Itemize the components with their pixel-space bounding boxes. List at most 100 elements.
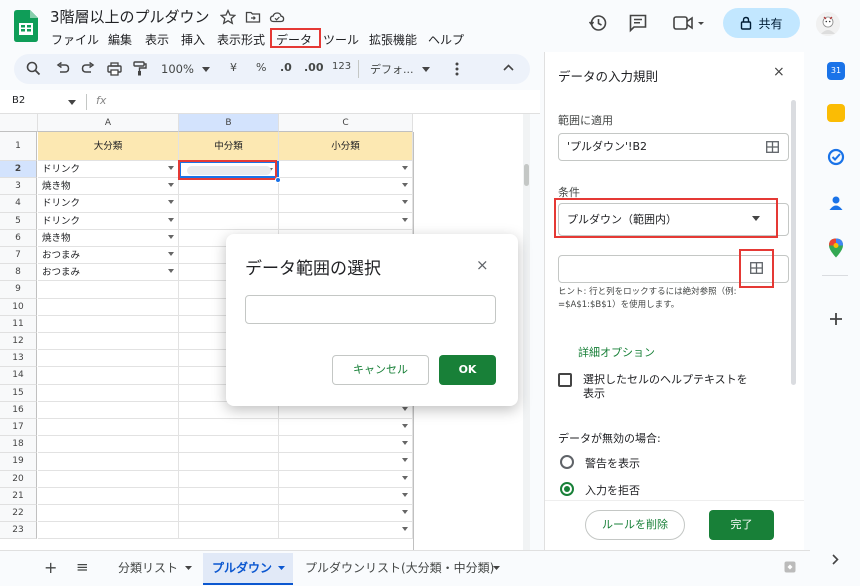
grid-cell[interactable] <box>179 436 279 454</box>
row-header[interactable]: 21 <box>0 487 37 505</box>
row-header[interactable]: 1 <box>0 132 37 161</box>
grid-cell[interactable]: おつまみ <box>38 264 179 282</box>
row-header[interactable]: 18 <box>0 436 37 454</box>
grid-cell[interactable] <box>38 315 179 333</box>
help-text-checkbox[interactable] <box>558 373 572 387</box>
grid-cell[interactable] <box>38 367 179 385</box>
radio-warn[interactable] <box>560 455 574 469</box>
advanced-options-link[interactable]: 詳細オプション <box>578 344 655 360</box>
expand-rail-icon[interactable] <box>832 554 839 565</box>
menu-edit[interactable]: 編集 <box>108 31 132 48</box>
redo-icon[interactable] <box>81 62 95 75</box>
grid-cell[interactable] <box>38 487 179 505</box>
sheet-tab-pulldown[interactable]: プルダウン <box>212 559 272 576</box>
cell-dropdown-icon[interactable] <box>402 406 408 411</box>
grid-select-icon[interactable] <box>766 141 779 153</box>
row-header[interactable]: 11 <box>0 315 37 333</box>
row-header[interactable]: 22 <box>0 505 37 523</box>
grid-cell[interactable] <box>179 505 279 523</box>
grid-cell[interactable] <box>279 505 413 523</box>
cell-dropdown-icon[interactable] <box>402 166 408 170</box>
grid-cell[interactable] <box>38 281 179 299</box>
row-header[interactable]: 15 <box>0 384 37 402</box>
cell-dropdown-icon[interactable] <box>402 527 408 532</box>
keep-icon[interactable] <box>827 104 845 122</box>
menu-extensions[interactable]: 拡張機能 <box>369 31 417 48</box>
cell-dropdown-icon[interactable] <box>168 200 174 205</box>
grid-cell[interactable] <box>38 505 179 523</box>
menu-help[interactable]: ヘルプ <box>428 31 464 48</box>
grid-cell[interactable] <box>279 178 413 196</box>
grid-cell[interactable] <box>38 333 179 351</box>
row-header[interactable]: 12 <box>0 333 37 351</box>
grid-cell[interactable] <box>38 470 179 488</box>
dialog-ok-button[interactable]: OK <box>439 355 496 385</box>
font-dropdown-icon[interactable] <box>422 67 430 72</box>
fill-handle[interactable] <box>275 177 281 183</box>
add-sheet-button[interactable]: + <box>44 558 57 577</box>
grid-cell[interactable] <box>279 470 413 488</box>
cell-dropdown-icon[interactable] <box>168 269 174 274</box>
history-icon[interactable] <box>588 13 608 33</box>
grid-cell[interactable] <box>38 298 179 316</box>
menu-tools[interactable]: ツール <box>323 31 359 48</box>
grid-cell[interactable] <box>179 178 279 196</box>
cell-dropdown-icon[interactable] <box>168 234 174 239</box>
grid-cell[interactable] <box>38 522 179 540</box>
cell-dropdown-icon[interactable] <box>402 492 408 497</box>
header-cell[interactable]: 大分類 <box>38 132 179 161</box>
name-box-dropdown-icon[interactable] <box>68 100 76 105</box>
share-button[interactable]: 共有 <box>723 8 800 38</box>
cell-dropdown-icon[interactable] <box>402 510 408 514</box>
grid-scroll-thumb[interactable] <box>524 164 529 186</box>
font-select[interactable]: デフォ... <box>370 61 414 77</box>
grid-cell[interactable] <box>179 453 279 471</box>
cloud-status-icon[interactable] <box>269 9 285 25</box>
tab-menu-icon-2[interactable] <box>493 566 500 570</box>
more-formats-button[interactable]: 123 <box>332 61 351 72</box>
tab-menu-icon[interactable] <box>185 566 192 570</box>
cell-dropdown-icon[interactable] <box>168 252 174 256</box>
dialog-close-button[interactable]: × <box>476 256 489 274</box>
header-cell[interactable]: 小分類 <box>279 132 413 161</box>
column-header-b[interactable]: B <box>179 114 279 132</box>
grid-cell[interactable] <box>179 487 279 505</box>
cell-dropdown-icon[interactable] <box>168 183 174 188</box>
grid-cell[interactable] <box>38 350 179 368</box>
grid-cell[interactable] <box>279 522 413 540</box>
grid-cell[interactable] <box>38 419 179 437</box>
contacts-icon[interactable] <box>827 194 845 212</box>
menu-format[interactable]: 表示形式 <box>217 31 265 48</box>
cell-dropdown-icon[interactable] <box>402 458 408 463</box>
row-header[interactable]: 14 <box>0 367 37 385</box>
row-header[interactable]: 13 <box>0 350 37 368</box>
name-box[interactable]: B2 <box>12 95 25 106</box>
menu-insert[interactable]: 挿入 <box>181 31 205 48</box>
zoom-dropdown-icon[interactable] <box>202 67 210 72</box>
row-header[interactable]: 3 <box>0 178 37 196</box>
undo-icon[interactable] <box>56 62 70 75</box>
grid-cell[interactable] <box>279 453 413 471</box>
explore-icon[interactable] <box>784 561 796 573</box>
decrease-decimal-button[interactable]: .0 <box>280 61 292 74</box>
collapse-toolbar-icon[interactable] <box>503 64 514 71</box>
comment-icon[interactable] <box>628 13 648 33</box>
row-header[interactable]: 20 <box>0 470 37 488</box>
currency-format-button[interactable]: ¥ <box>230 61 237 74</box>
row-header[interactable]: 2 <box>0 161 37 179</box>
grid-cell[interactable] <box>279 419 413 437</box>
maps-icon[interactable] <box>828 238 844 258</box>
cell-dropdown-icon[interactable] <box>402 441 408 446</box>
grid-cell[interactable] <box>179 419 279 437</box>
column-header-a[interactable]: A <box>38 114 179 132</box>
cell-dropdown-icon[interactable] <box>168 217 174 222</box>
grid-cell[interactable] <box>279 212 413 230</box>
cell-dropdown-icon[interactable] <box>402 183 408 188</box>
grid-cell[interactable] <box>38 436 179 454</box>
done-button[interactable]: 完了 <box>709 510 774 540</box>
row-header[interactable]: 16 <box>0 401 37 419</box>
increase-decimal-button[interactable]: .00 <box>304 61 324 74</box>
header-cell[interactable]: 中分類 <box>179 132 279 161</box>
move-folder-icon[interactable] <box>245 9 261 25</box>
sheet-tab-pulldown-list[interactable]: プルダウンリスト(大分類・中分類) <box>305 559 494 576</box>
